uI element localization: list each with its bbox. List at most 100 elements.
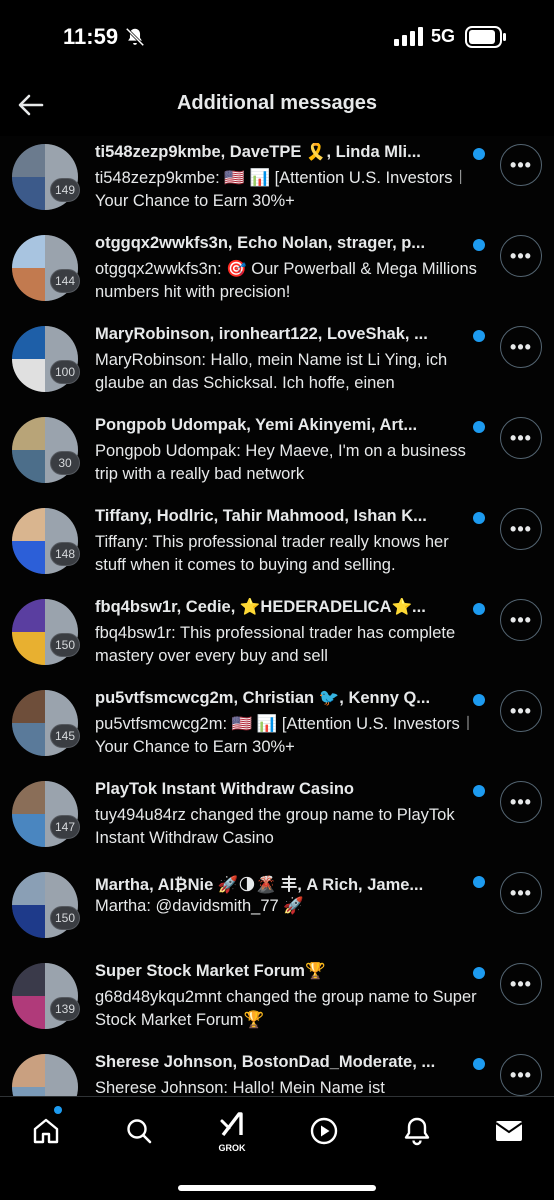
member-avatar <box>12 963 45 996</box>
conversation-row[interactable]: 149 ti548zezp9kmbe, DaveTPE 🎗️, Linda Mli… <box>0 136 554 227</box>
more-horizontal-icon: ••• <box>510 154 532 175</box>
message-preview: Sherese Johnson: Hallo! Mein Name ist <box>95 1079 385 1096</box>
conversation-row[interactable]: 150 fbq4bsw1r, Cedie, ⭐HEDERADELICA⭐... fb… <box>0 591 554 682</box>
message-preview: tuy494u84rz changed the group name to Pl… <box>95 806 455 847</box>
member-avatar <box>12 996 45 1029</box>
search-icon <box>127 1119 152 1144</box>
conversation-row[interactable]: 147 PlayTok Instant Withdraw Casino tuy494… <box>0 773 554 864</box>
more-horizontal-icon: ••• <box>510 518 532 539</box>
member-count-badge: 145 <box>50 724 80 748</box>
more-options-button[interactable]: ••• <box>500 690 542 732</box>
more-horizontal-icon: ••• <box>510 1064 532 1085</box>
tab-video[interactable] <box>302 1109 346 1153</box>
message-preview: pu5vtfsmcwcg2m: 🇺🇸 📊 [Attention U.S. Inv… <box>95 715 477 756</box>
member-avatar <box>12 1087 45 1096</box>
unread-dot <box>473 785 485 797</box>
message-preview: Martha: @davidsmith_77 🚀 <box>95 897 304 915</box>
bell-off-icon <box>125 27 145 47</box>
tab-messages[interactable] <box>487 1109 531 1153</box>
unread-dot <box>473 694 485 706</box>
conversation-row[interactable]: 145 pu5vtfsmcwcg2m, Christian 🐦, Kenny Q.… <box>0 682 554 773</box>
network-type: 5G <box>431 26 456 46</box>
conversation-row[interactable]: Sherese Johnson, BostonDad_Moderate, ...… <box>0 1046 554 1096</box>
member-avatar <box>12 417 45 450</box>
more-options-button[interactable]: ••• <box>500 417 542 459</box>
member-count-badge: 150 <box>50 906 80 930</box>
unread-dot <box>473 421 485 433</box>
tab-notifications[interactable] <box>395 1109 439 1153</box>
more-options-button[interactable]: ••• <box>500 963 542 1005</box>
grok-icon <box>220 1112 243 1137</box>
more-horizontal-icon: ••• <box>510 791 532 812</box>
conversation-name: Super Stock Market Forum🏆 <box>95 962 326 980</box>
more-horizontal-icon: ••• <box>510 427 532 448</box>
more-horizontal-icon: ••• <box>510 609 532 630</box>
member-avatar <box>12 690 45 723</box>
member-avatar <box>12 177 45 210</box>
unread-dot <box>473 1058 485 1070</box>
more-options-button[interactable]: ••• <box>500 781 542 823</box>
member-avatar <box>12 781 45 814</box>
more-horizontal-icon: ••• <box>510 882 532 903</box>
unread-dot <box>473 876 485 888</box>
member-avatar <box>12 632 45 665</box>
home-icon <box>33 1118 59 1144</box>
unread-dot <box>473 512 485 524</box>
more-options-button[interactable]: ••• <box>500 508 542 550</box>
member-avatar <box>12 144 45 177</box>
member-avatar <box>12 599 45 632</box>
status-time: 11:59 <box>63 24 119 49</box>
conversation-name: otggqx2wwkfs3n, Echo Nolan, strager, p..… <box>95 234 426 252</box>
more-options-button[interactable]: ••• <box>500 326 542 368</box>
conversation-name: ti548zezp9kmbe, DaveTPE 🎗️, Linda Mli... <box>95 143 421 161</box>
conversation-name: Tiffany, Hodlric, Tahir Mahmood, Ishan K… <box>95 507 427 525</box>
member-avatar <box>12 450 45 483</box>
message-preview: fbq4bsw1r: This professional trader has … <box>95 624 456 665</box>
home-indicator <box>178 1185 376 1191</box>
message-preview: Pongpob Udompak: Hey Maeve, I'm on a bus… <box>95 442 466 483</box>
more-options-button[interactable]: ••• <box>500 1054 542 1096</box>
conversation-row[interactable]: 100 MaryRobinson, ironheart122, LoveShak,… <box>0 318 554 409</box>
bell-icon <box>404 1117 430 1146</box>
member-avatar <box>12 1054 45 1087</box>
conversation-list: 149 ti548zezp9kmbe, DaveTPE 🎗️, Linda Mli… <box>0 136 554 1096</box>
more-horizontal-icon: ••• <box>510 245 532 266</box>
member-count-badge: 149 <box>50 178 80 202</box>
unread-dot <box>473 603 485 615</box>
member-count-badge: 100 <box>50 360 80 384</box>
battery-icon <box>465 26 506 48</box>
conversation-row[interactable]: 150 Martha, AI₿Nie 🚀🌗🌋 丰, A Rich, Jame...… <box>0 864 554 955</box>
group-avatar[interactable] <box>12 1054 78 1096</box>
member-avatar <box>12 905 45 938</box>
unread-dot <box>473 330 485 342</box>
unread-dot <box>473 967 485 979</box>
member-count-badge: 30 <box>50 451 80 475</box>
conversation-row[interactable]: 144 otggqx2wwkfs3n, Echo Nolan, strager, … <box>0 227 554 318</box>
member-avatar-placeholder <box>45 1054 78 1096</box>
member-count-badge: 147 <box>50 815 80 839</box>
member-count-badge: 139 <box>50 997 80 1021</box>
member-avatar <box>12 723 45 756</box>
member-count-badge: 144 <box>50 269 80 293</box>
unread-dot <box>473 239 485 251</box>
conversation-name: Martha, AI₿Nie 🚀🌗🌋 丰, A Rich, Jame... <box>95 876 424 894</box>
more-options-button[interactable]: ••• <box>500 872 542 914</box>
tab-grok[interactable]: GROK <box>210 1109 254 1153</box>
status-bar: 11:59 5G <box>0 0 554 74</box>
conversation-row[interactable]: 148 Tiffany, Hodlric, Tahir Mahmood, Isha… <box>0 500 554 591</box>
member-avatar <box>12 814 45 847</box>
tab-search[interactable] <box>117 1109 161 1153</box>
message-preview: Tiffany: This professional trader really… <box>95 533 449 574</box>
conversation-row[interactable]: 30 Pongpob Udompak, Yemi Akinyemi, Art...… <box>0 409 554 500</box>
unread-dot <box>473 148 485 160</box>
member-avatar <box>12 508 45 541</box>
more-options-button[interactable]: ••• <box>500 144 542 186</box>
more-options-button[interactable]: ••• <box>500 235 542 277</box>
page-title: Additional messages <box>176 92 378 114</box>
tab-home[interactable] <box>24 1106 68 1153</box>
conversation-row[interactable]: 139 Super Stock Market Forum🏆 g68d48ykqu2m… <box>0 955 554 1046</box>
more-options-button[interactable]: ••• <box>500 599 542 641</box>
more-horizontal-icon: ••• <box>510 700 532 721</box>
bottom-tab-bar: GROK <box>0 1096 554 1200</box>
member-avatar <box>12 326 45 359</box>
